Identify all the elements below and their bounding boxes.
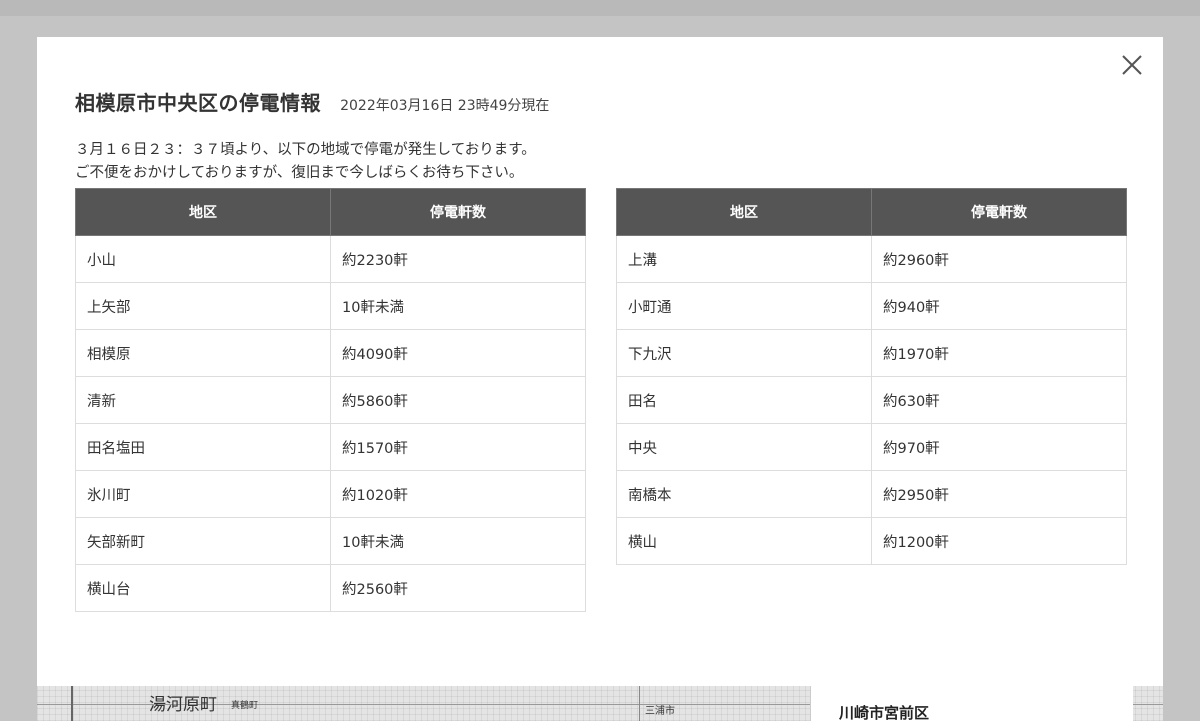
- background-map: 湯河原町 真鶴町 三浦市 川崎市宮前区: [37, 686, 1163, 721]
- table-row: 上溝 約2960軒: [616, 235, 1127, 283]
- column-header-count: 停電軒数: [330, 188, 586, 236]
- outage-message: ３月１６日２３：３７頃より、以下の地域で停電が発生しております。 ご不便をおかけ…: [75, 139, 536, 185]
- count-cell: 約2960軒: [871, 235, 1127, 283]
- count-cell: 約630軒: [871, 376, 1127, 424]
- outage-table-right: 地区 停電軒数 上溝 約2960軒 小町通 約940軒 下九沢 約1970軒 田名 約6…: [616, 188, 1127, 565]
- outage-table-left: 地区 停電軒数 小山 約2230軒 上矢部 10軒未満 相模原 約4090軒 清新 約5…: [75, 188, 586, 612]
- map-side-title: 川崎市宮前区: [839, 704, 930, 721]
- area-cell: 下九沢: [616, 329, 872, 377]
- table-row: 田名塩田 約1570軒: [75, 423, 586, 471]
- outage-info-modal: 相模原市中央区の停電情報 2022年03月16日 23時49分現在 ３月１６日２…: [37, 37, 1163, 686]
- area-cell: 南橋本: [616, 470, 872, 518]
- area-cell: 中央: [616, 423, 872, 471]
- modal-header: 相模原市中央区の停電情報 2022年03月16日 23時49分現在: [75, 87, 549, 116]
- area-cell: 横山: [616, 517, 872, 565]
- count-cell: 約1020軒: [330, 470, 586, 518]
- table-row: 横山 約1200軒: [616, 517, 1127, 565]
- count-cell: 約970軒: [871, 423, 1127, 471]
- table-row: 横山台 約2560軒: [75, 564, 586, 612]
- count-cell: 約1570軒: [330, 423, 586, 471]
- map-boundary: [639, 686, 640, 721]
- map-label-manazuru: 真鶴町: [231, 701, 259, 711]
- count-cell: 約4090軒: [330, 329, 586, 377]
- overlay-backdrop: [0, 0, 1200, 16]
- map-label-yugawara: 湯河原町: [149, 695, 217, 715]
- count-cell: 約2230軒: [330, 235, 586, 283]
- update-timestamp: 2022年03月16日 23時49分現在: [340, 98, 550, 114]
- area-cell: 横山台: [75, 564, 331, 612]
- count-cell: 約1970軒: [871, 329, 1127, 377]
- message-line: ご不便をおかけしておりますが、復旧まで今しばらくお待ち下さい。: [75, 165, 524, 181]
- area-cell: 田名塩田: [75, 423, 331, 471]
- close-button[interactable]: [1119, 52, 1145, 78]
- column-header-area: 地区: [75, 188, 331, 236]
- table-row: 下九沢 約1970軒: [616, 329, 1127, 377]
- area-cell: 相模原: [75, 329, 331, 377]
- area-cell: 田名: [616, 376, 872, 424]
- table-header-row: 地区 停電軒数: [616, 188, 1127, 236]
- count-cell: 約2950軒: [871, 470, 1127, 518]
- table-row: 清新 約5860軒: [75, 376, 586, 424]
- table-row: 矢部新町 10軒未満: [75, 517, 586, 565]
- table-row: 南橋本 約2950軒: [616, 470, 1127, 518]
- table-row: 氷川町 約1020軒: [75, 470, 586, 518]
- column-header-count: 停電軒数: [871, 188, 1127, 236]
- table-row: 相模原 約4090軒: [75, 329, 586, 377]
- area-cell: 上溝: [616, 235, 872, 283]
- count-cell: 約5860軒: [330, 376, 586, 424]
- table-row: 小町通 約940軒: [616, 282, 1127, 330]
- table-row: 中央 約970軒: [616, 423, 1127, 471]
- count-cell: 約940軒: [871, 282, 1127, 330]
- close-icon: [1122, 55, 1142, 75]
- map-boundary: [71, 686, 73, 721]
- area-cell: 矢部新町: [75, 517, 331, 565]
- area-cell: 氷川町: [75, 470, 331, 518]
- table-row: 上矢部 10軒未満: [75, 282, 586, 330]
- count-cell: 約1200軒: [871, 517, 1127, 565]
- area-cell: 小山: [75, 235, 331, 283]
- column-header-area: 地区: [616, 188, 872, 236]
- table-header-row: 地区 停電軒数: [75, 188, 586, 236]
- count-cell: 10軒未満: [330, 517, 586, 565]
- area-cell: 上矢部: [75, 282, 331, 330]
- map-label-miura: 三浦市: [645, 706, 675, 717]
- area-cell: 清新: [75, 376, 331, 424]
- table-row: 田名 約630軒: [616, 376, 1127, 424]
- message-line: ３月１６日２３：３７頃より、以下の地域で停電が発生しております。: [75, 142, 536, 158]
- table-row: 小山 約2230軒: [75, 235, 586, 283]
- count-cell: 約2560軒: [330, 564, 586, 612]
- map-side-panel: 川崎市宮前区: [810, 686, 1133, 721]
- count-cell: 10軒未満: [330, 282, 586, 330]
- modal-title: 相模原市中央区の停電情報: [75, 91, 321, 115]
- area-cell: 小町通: [616, 282, 872, 330]
